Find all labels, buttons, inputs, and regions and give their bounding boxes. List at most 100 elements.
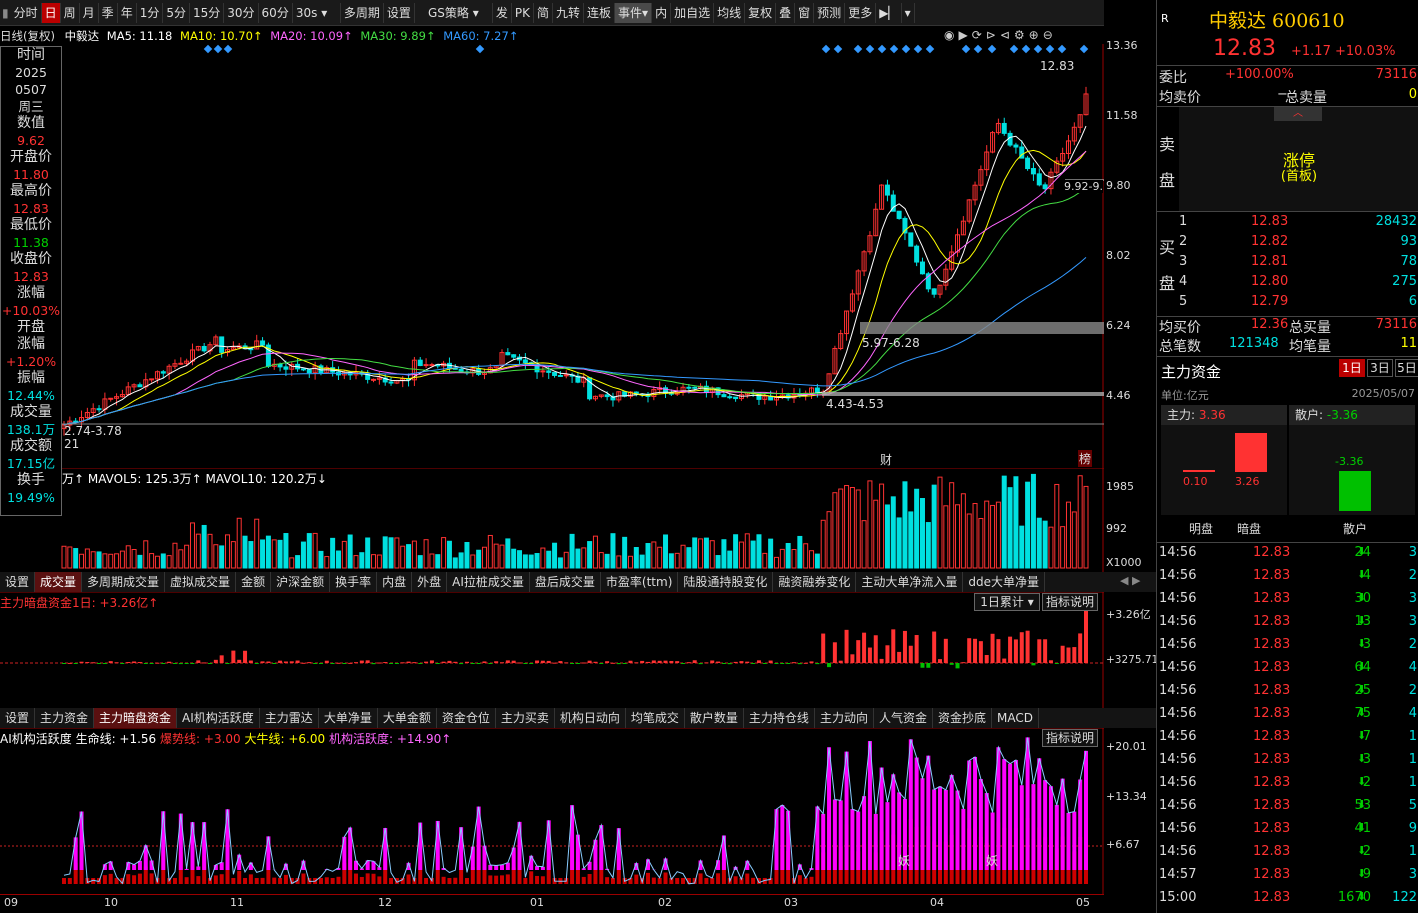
tab-15min[interactable]: 15分 [190,2,225,23]
cai-badge[interactable]: 财 [880,451,892,468]
tab-weekly[interactable]: 周 [61,2,80,23]
expand-icon[interactable]: ▶▏ [876,2,902,23]
gs-strategy-select[interactable]: GS策略 ▾ [415,2,493,23]
ai-base-bar [581,876,586,884]
tab-tabs1-11[interactable]: 市盈率(ttm) [601,572,679,592]
tab-tabs1-8[interactable]: 外盘 [412,572,448,592]
tab-60min[interactable]: 60分 [259,2,293,23]
tab-settings[interactable]: 设置 [384,2,415,23]
btn-add-watch[interactable]: 加自选 [671,2,715,23]
tab-tabs1-12[interactable]: 陆股通持股变化 [678,572,774,592]
btn-events[interactable]: 事件▾ [615,2,653,23]
tab-tabs1-10[interactable]: 盘后成交量 [530,572,601,592]
bang-badge[interactable]: 榜 [1078,450,1093,467]
tab-tabs2-10[interactable]: 均笔成交 [626,708,685,728]
btn-jiuzhuan[interactable]: 九转 [553,2,585,23]
tab-quarterly[interactable]: 季 [99,2,118,23]
tab-tabs1-4[interactable]: 金额 [236,572,272,592]
tab-tabs2-9[interactable]: 机构日动向 [555,708,626,728]
darkpool-bar [739,661,744,663]
tab-minute[interactable]: 分时 [11,2,42,23]
tab-tabs1-13[interactable]: 融资融券变化 [773,572,857,592]
step-icon[interactable]: ⊳ [986,28,1000,42]
darkpool-chart[interactable] [0,592,1104,708]
fund-tab-3d[interactable]: 3日 [1367,359,1393,377]
tab-tabs2-3[interactable]: AI机构活跃度 [177,708,260,728]
tab-5min[interactable]: 5分 [163,2,190,23]
bid-volume: 28432 [1375,214,1417,229]
tab-tabs2-4[interactable]: 主力雷达 [260,708,319,728]
tab-tabs2-7[interactable]: 资金仓位 [437,708,496,728]
tab-tabs1-5[interactable]: 沪深金额 [271,572,331,592]
indicator-tabs-2: 设置 主力资金 主力暗盘资金 AI机构活跃度 主力雷达 大单净量 大单金额 资金仓位 主力买卖机… [0,708,1156,728]
quote-stock-name[interactable]: 中毅达 600610 [1209,6,1345,33]
zoom-in-icon[interactable]: ⊕ [1029,28,1043,42]
minimize-icon[interactable]: ▮ [0,6,11,20]
gear-icon[interactable]: ⚙ [1014,28,1029,42]
tab-tabs1-0[interactable]: 设置 [0,572,36,592]
eye-icon[interactable]: ◉ [944,28,958,42]
fast-icon[interactable]: ⊲ [1000,28,1014,42]
btn-ma[interactable]: 均线 [714,2,746,23]
tab-tabs2-13[interactable]: 主力动向 [815,708,874,728]
tab-30min[interactable]: 30分 [224,2,259,23]
tab-monthly[interactable]: 月 [80,2,99,23]
tab-tabs1-3[interactable]: 虚拟成交量 [165,572,237,592]
btn-predict[interactable]: 预测 [814,2,846,23]
btn-more[interactable]: 更多 [845,2,877,23]
tab-tabs1-2[interactable]: 多周期成交量 [82,572,166,592]
tab-tabs2-11[interactable]: 散户数量 [685,708,744,728]
btn-fa[interactable]: 发 [493,2,512,23]
btn-jian[interactable]: 简 [534,2,553,23]
play-icon[interactable]: ▶ [958,28,971,42]
darkpool-bar [634,662,639,664]
tab-tabs2-12[interactable]: 主力持仓线 [744,708,815,728]
btn-pk[interactable]: PK [512,2,534,23]
darkpool-bar [628,660,633,663]
tab-tabs2-5[interactable]: 大单净量 [319,708,378,728]
fund-tab-1d[interactable]: 1日 [1339,359,1365,377]
arrow-right-icon[interactable]: ▶ [1132,574,1140,587]
collapse-arrow-icon[interactable]: ︿ [1274,107,1322,121]
btn-window[interactable]: 窗 [795,2,815,23]
info-label: 数值 [17,115,45,131]
bid-row[interactable]: 5 12.79 6 [1179,294,1418,314]
btn-nei[interactable]: 内 [652,2,672,23]
tab-tabs1-9[interactable]: AI拉桩成交量 [447,572,530,592]
candlestick-chart[interactable] [0,44,1104,468]
tab-tabs2-0[interactable]: 设置 [0,708,36,728]
arrow-left-icon[interactable]: ◀ [1120,574,1128,587]
tab-tabs1-1[interactable]: 成交量 [35,572,83,592]
zoom-out-icon[interactable]: ⊖ [1043,28,1057,42]
tab-tabs1-15[interactable]: dde大单净量 [963,572,1046,592]
replay-icon[interactable]: ⟳ [972,28,986,42]
tab-yearly[interactable]: 年 [118,2,137,23]
tab-tabs1-14[interactable]: 主动大单净流入量 [856,572,964,592]
tab-daily[interactable]: 日 [41,2,61,23]
bid-row[interactable]: 4 12.80 275 [1179,274,1418,294]
tab-tabs2-2[interactable]: 主力暗盘资金 [94,708,178,728]
tab-tabs2-8[interactable]: 主力买卖 [496,708,555,728]
tick-list[interactable]: 14:56 12.83 24 ⬇ 3 14:56 12.83 4 ⬇ 2 14:56 12.83 30 ⬇… [1157,542,1418,913]
bid-row[interactable]: 3 12.81 78 [1179,254,1418,274]
btn-lianban[interactable]: 连板 [584,2,616,23]
volume-chart[interactable] [0,468,1104,572]
tab-tabs2-14[interactable]: 人气资金 [874,708,933,728]
tab-30s[interactable]: 30s ▾ [293,2,341,23]
tab-tabs1-7[interactable]: 内盘 [377,572,413,592]
tab-tabs1-6[interactable]: 换手率 [330,572,378,592]
tab-tabs2-16[interactable]: MACD [992,708,1039,728]
bid-row[interactable]: 1 12.83 28432 [1179,214,1418,234]
volume-bar [990,504,996,569]
tab-tabs2-1[interactable]: 主力资金 [35,708,95,728]
bid-row[interactable]: 2 12.82 93 [1179,234,1418,254]
btn-fuquan[interactable]: 复权 [745,2,777,23]
tab-multi-period[interactable]: 多周期 [341,2,384,23]
tab-tabs2-15[interactable]: 资金抄底 [933,708,992,728]
fund-tab-5d[interactable]: 5日 [1395,359,1418,377]
tab-1min[interactable]: 1分 [137,2,164,23]
btn-overlay[interactable]: 叠 [776,2,796,23]
tab-tabs2-6[interactable]: 大单金额 [378,708,437,728]
ai-activity-chart[interactable] [0,728,1104,894]
chevron-down-icon[interactable]: ▾ [902,2,915,23]
